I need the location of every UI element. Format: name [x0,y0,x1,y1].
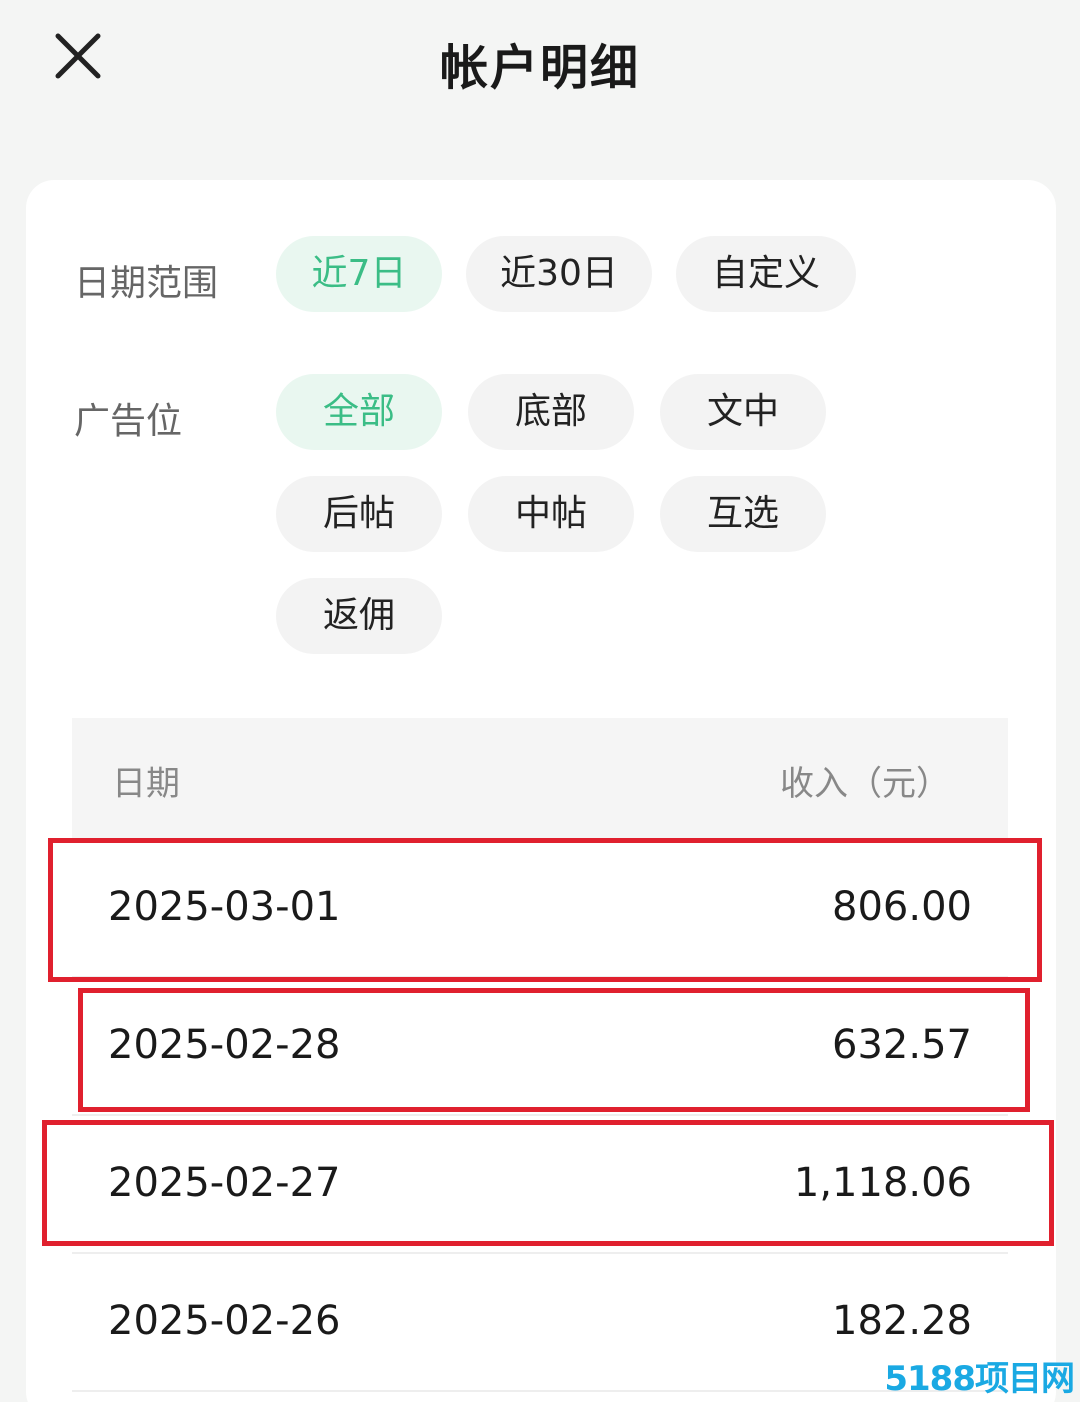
page-title: 帐户明细 [439,40,640,96]
table-row: 2025-02-27 1,118.06 [72,1116,1008,1254]
column-header-date: 日期 [112,764,180,804]
row-amount: 182.28 [832,1298,972,1344]
chip-ad-commission[interactable]: 返佣 [276,578,442,654]
table-row: 2025-02-26 182.28 [72,1254,1008,1392]
chip-ad-mid-roll[interactable]: 中帖 [468,476,634,552]
chip-custom-range[interactable]: 自定义 [676,236,856,312]
chip-ad-bottom[interactable]: 底部 [468,374,634,450]
watermark: 5188项目网 [884,1359,1075,1399]
row-amount: 806.00 [832,884,972,930]
header: 帐户明细 [0,0,1080,120]
chip-last-7-days[interactable]: 近7日 [276,236,442,312]
chip-ad-in-article[interactable]: 文中 [660,374,826,450]
row-date: 2025-03-01 [108,884,341,930]
ad-slot-label: 广告位 [74,401,183,442]
column-header-income: 收入（元） [780,764,950,804]
date-range-label: 日期范围 [74,263,219,304]
table-row: 2025-02-28 632.57 [72,978,1008,1116]
chip-last-30-days[interactable]: 近30日 [466,236,652,312]
account-details-page: 帐户明细 日期范围 近7日 近30日 自定义 广告位 全部 底部 文中 后帖 中… [0,0,1080,1402]
row-date: 2025-02-26 [108,1298,341,1344]
chip-ad-mutual-select[interactable]: 互选 [660,476,826,552]
row-amount: 1,118.06 [793,1160,972,1206]
row-amount: 632.57 [832,1022,972,1068]
row-date: 2025-02-27 [108,1160,341,1206]
table-header: 日期 收入（元） [72,718,1008,840]
row-date: 2025-02-28 [108,1022,341,1068]
table-row: 2025-03-01 806.00 [72,840,1008,978]
chip-ad-all[interactable]: 全部 [276,374,442,450]
chip-ad-post-roll[interactable]: 后帖 [276,476,442,552]
